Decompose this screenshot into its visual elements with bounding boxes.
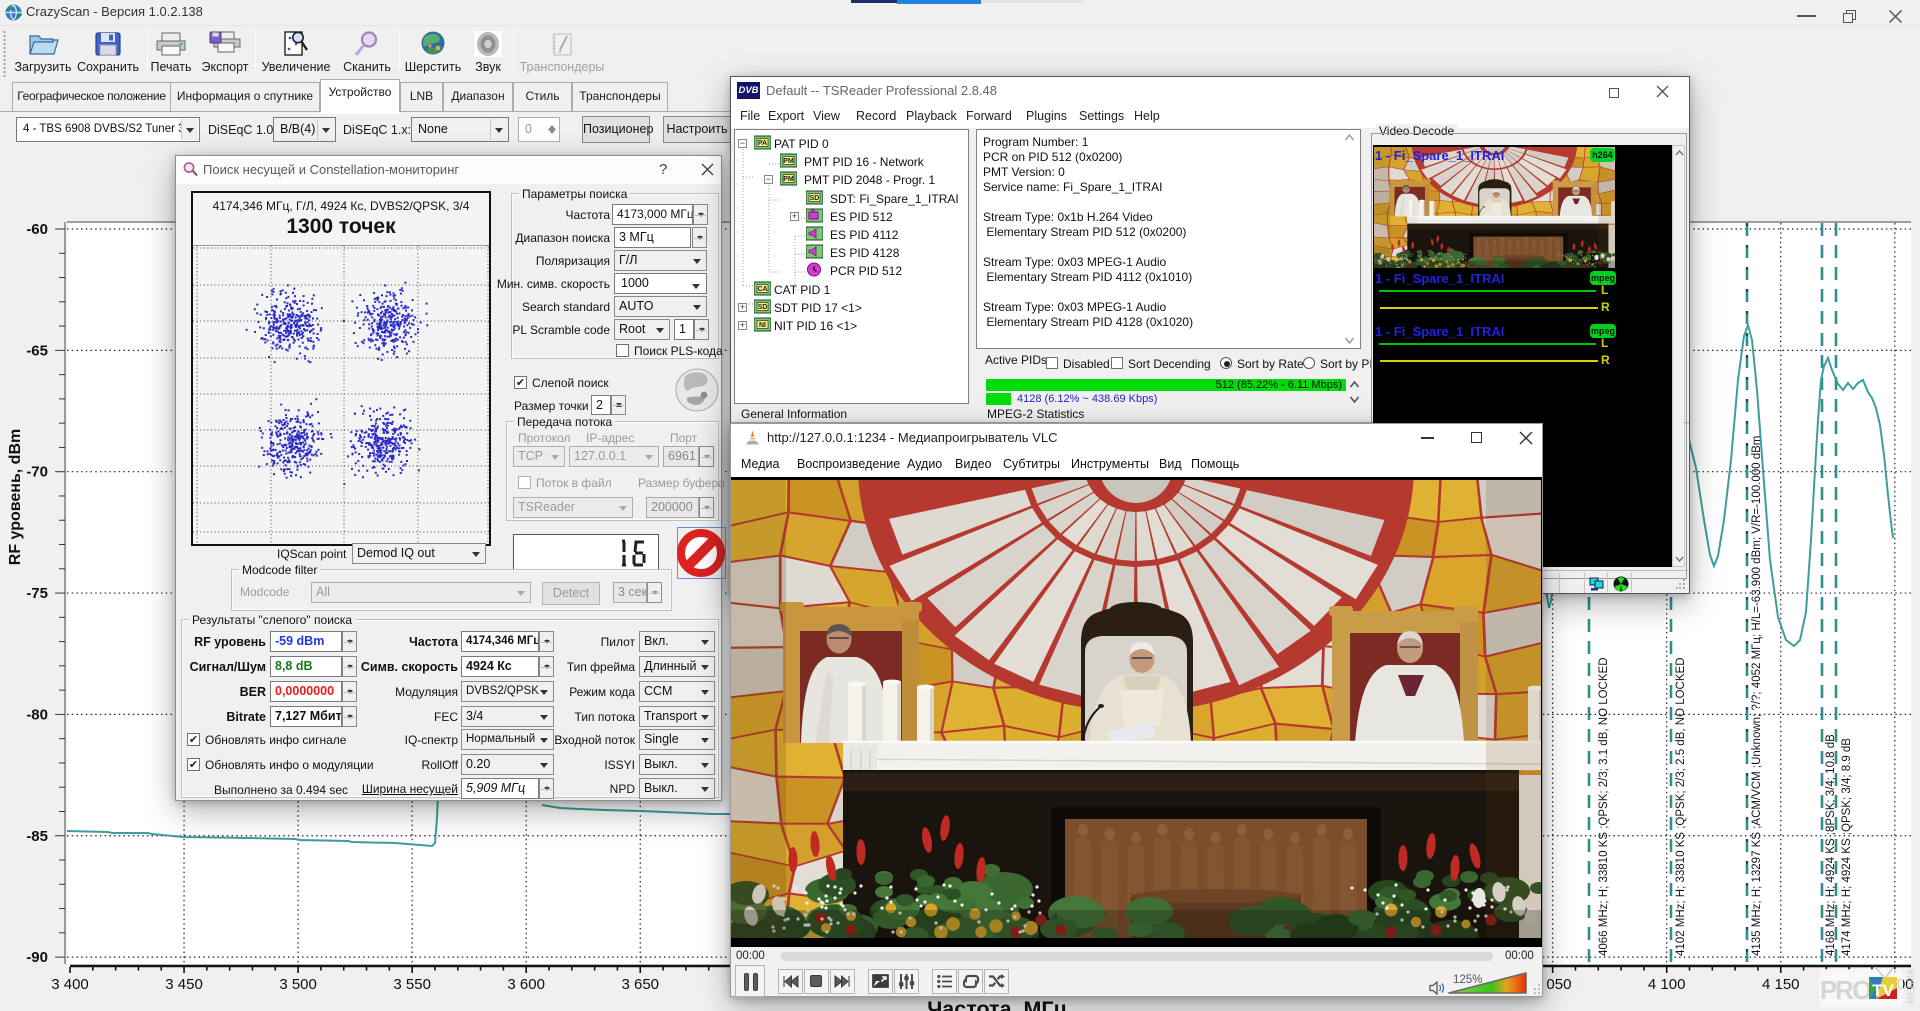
svg-text:PA: PA (758, 140, 767, 147)
svg-text:4066 MHz; H; 33810 KS ;QPSK; 2: 4066 MHz; H; 33810 KS ;QPSK; 2/3; 3.1 dB… (1598, 657, 1610, 956)
svg-text:3 500: 3 500 (279, 976, 317, 993)
svg-text:SD: SD (758, 304, 768, 311)
svg-text:NI: NI (759, 322, 766, 329)
svg-text:RF уровень, dBm: RF уровень, dBm (7, 429, 24, 565)
svg-text:PRO: PRO (1820, 975, 1872, 1005)
svg-text:4102 MHz; H; 33810 KS ;QPSK; 2: 4102 MHz; H; 33810 KS ;QPSK; 2/3; 2.5 dB… (1675, 657, 1687, 956)
svg-text:-85: -85 (26, 828, 48, 845)
svg-text:-65: -65 (26, 342, 48, 359)
svg-text:4168 MHz; H; 4924 KS ;8PSK; 3/: 4168 MHz; H; 4924 KS ;8PSK; 3/4; 10.8 dB (1825, 734, 1837, 956)
svg-text:4 100: 4 100 (1648, 976, 1686, 993)
svg-text:3 550: 3 550 (393, 976, 431, 993)
svg-text:-90: -90 (26, 949, 48, 966)
svg-text:TV: TV (1872, 981, 1894, 1000)
svg-text:-80: -80 (26, 706, 48, 723)
svg-text:3 450: 3 450 (165, 976, 203, 993)
svg-text:МЕДИА: МЕДИА (1906, 968, 1917, 1004)
svg-text:3 650: 3 650 (621, 976, 659, 993)
svg-text:-60: -60 (26, 221, 48, 238)
svg-text:-75: -75 (26, 585, 48, 602)
svg-text:Частота, МГц: Частота, МГц (927, 997, 1067, 1011)
svg-text:3 400: 3 400 (51, 976, 89, 993)
svg-text:3 600: 3 600 (507, 976, 545, 993)
svg-text:PM: PM (783, 176, 794, 183)
svg-text:4174 MHz; H; 4924 KS ;QPSK; 3/: 4174 MHz; H; 4924 KS ;QPSK; 3/4; 8.9 dB (1841, 738, 1853, 956)
svg-text:-70: -70 (26, 464, 48, 481)
svg-text:PM: PM (783, 158, 794, 165)
svg-text:4135 MHz; H; 13297 KS ;ACM/VCM: 4135 MHz; H; 13297 KS ;ACM/VCM ;Unknown;… (1751, 436, 1763, 956)
svg-text:SD: SD (810, 195, 820, 202)
svg-text:4 150: 4 150 (1762, 976, 1800, 993)
svg-text:CA: CA (757, 286, 767, 293)
